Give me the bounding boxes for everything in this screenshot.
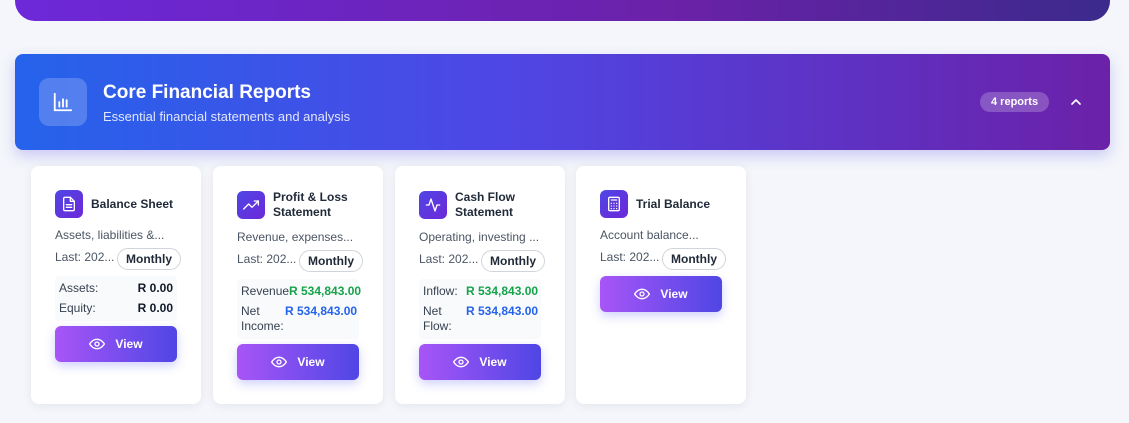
view-button-label: View xyxy=(479,355,507,369)
frequency-badge: Monthly xyxy=(662,248,726,270)
view-button[interactable]: View xyxy=(419,344,541,380)
frequency-badge: Monthly xyxy=(117,248,181,270)
top-banner xyxy=(15,0,1110,21)
card-description: Operating, investing ... xyxy=(419,230,540,244)
report-card-trial-balance: Trial Balance Account balance... Last: 2… xyxy=(576,166,746,404)
report-card-cash-flow: Cash Flow Statement Operating, investing… xyxy=(395,166,565,404)
metric-value: R 534,843.00 xyxy=(285,304,358,318)
bar-chart-icon xyxy=(39,78,87,126)
metric-value: R 534,843.00 xyxy=(466,284,539,298)
metric-label: Inflow: xyxy=(423,284,458,298)
view-button-label: View xyxy=(115,337,143,351)
document-icon xyxy=(55,190,83,218)
section-subtitle: Essential financial statements and analy… xyxy=(103,109,351,124)
card-description: Revenue, expenses... xyxy=(237,230,354,244)
section-header[interactable]: Core Financial Reports Essential financi… xyxy=(15,54,1110,150)
activity-icon xyxy=(419,191,447,219)
card-description: Assets, liabilities &... xyxy=(55,228,165,242)
card-title: Trial Balance xyxy=(636,197,711,211)
metric-value: R 534,843.00 xyxy=(466,304,539,318)
metric-label: Net Flow: xyxy=(423,304,452,333)
view-button-label: View xyxy=(660,287,688,301)
section-title: Core Financial Reports xyxy=(103,82,311,103)
chevron-up-icon[interactable] xyxy=(1066,92,1086,112)
eye-icon xyxy=(271,356,288,368)
metric-label: Revenue: xyxy=(241,284,293,298)
metric-value: R 0.00 xyxy=(137,281,173,295)
eye-icon xyxy=(89,338,106,350)
metric-label: Assets: xyxy=(59,281,99,295)
metric-label: Net Income: xyxy=(241,304,284,333)
card-metrics: Assets: R 0.00 Equity: R 0.00 xyxy=(55,276,177,321)
view-button-label: View xyxy=(297,355,325,369)
card-last-date: Last: 202... xyxy=(237,252,297,266)
metric-value: R 0.00 xyxy=(137,301,173,315)
report-card-profit-loss: Profit & Loss Statement Revenue, expense… xyxy=(213,166,383,404)
card-description: Account balance... xyxy=(600,228,699,242)
card-title: Profit & Loss Statement xyxy=(273,190,348,219)
view-button[interactable]: View xyxy=(237,344,359,380)
calculator-icon xyxy=(600,190,628,218)
eye-icon xyxy=(634,288,651,300)
card-last-date: Last: 202... xyxy=(419,252,479,266)
report-card-balance-sheet: Balance Sheet Assets, liabilities &... L… xyxy=(31,166,201,404)
metric-value: R 534,843.00 xyxy=(289,284,362,298)
view-button[interactable]: View xyxy=(600,276,722,312)
card-metrics: Revenue: R 534,843.00 Net Income: R 534,… xyxy=(237,279,362,339)
frequency-badge: Monthly xyxy=(481,250,545,272)
card-title: Cash Flow Statement xyxy=(455,190,516,219)
view-button[interactable]: View xyxy=(55,326,177,362)
metric-label: Equity: xyxy=(59,301,96,315)
trending-up-icon xyxy=(237,191,265,219)
card-last-date: Last: 202... xyxy=(55,250,115,264)
card-metrics: Inflow: R 534,843.00 Net Flow: R 534,843… xyxy=(419,279,541,339)
eye-icon xyxy=(453,356,470,368)
frequency-badge: Monthly xyxy=(299,250,363,272)
card-last-date: Last: 202... xyxy=(600,250,660,264)
reports-count-badge: 4 reports xyxy=(980,92,1050,112)
card-title: Balance Sheet xyxy=(91,197,174,211)
